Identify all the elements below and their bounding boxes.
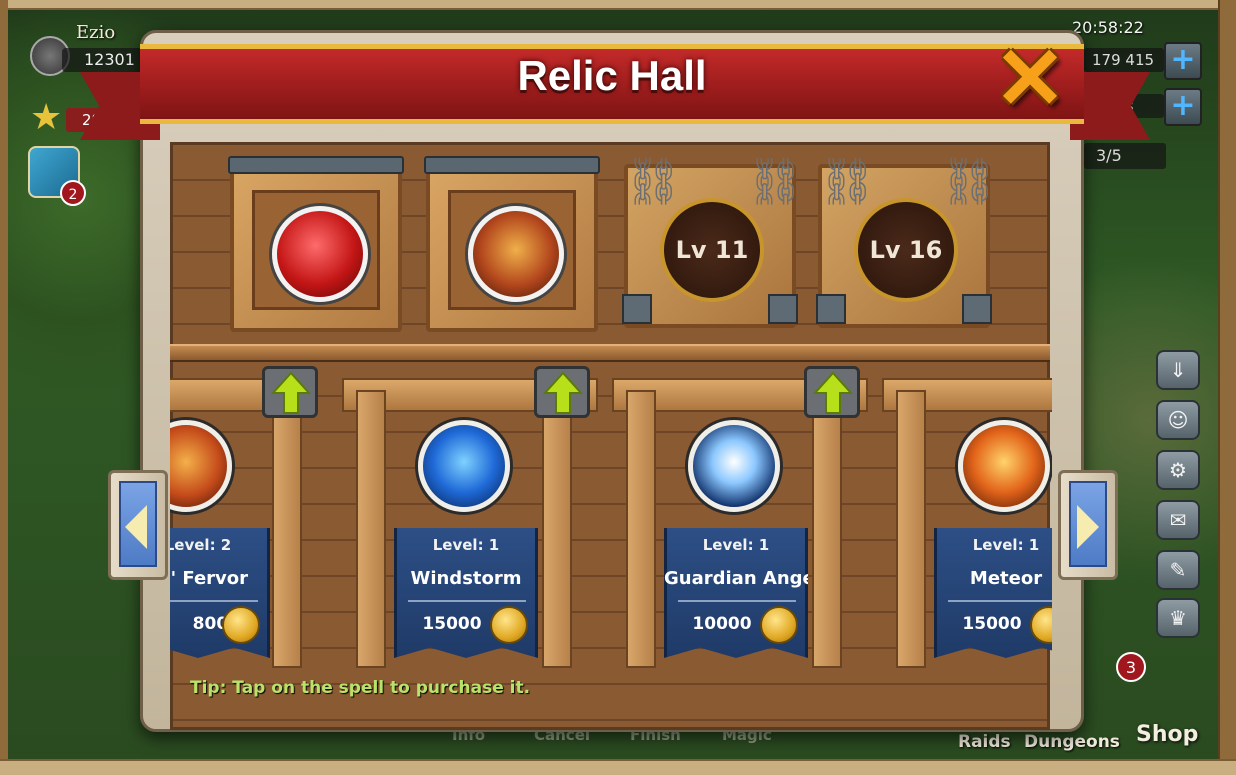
- chain-icon: ⛓: [940, 154, 999, 208]
- close-icon[interactable]: ✕: [990, 36, 1070, 122]
- shop-count-badge: 3: [1116, 652, 1146, 682]
- frame-left: [0, 0, 8, 775]
- player-power: 12301: [62, 48, 152, 72]
- card-post: [896, 390, 926, 668]
- iron-corner: [962, 294, 992, 324]
- spell-price-4: 15000: [962, 614, 1022, 634]
- spell-level-3: Level: 1: [702, 536, 770, 554]
- guardian-angel-icon[interactable]: [688, 420, 780, 512]
- upgrade-arrow-icon[interactable]: [534, 366, 590, 418]
- dialog-title: Relic Hall: [517, 52, 707, 99]
- relic-slot-locked-2[interactable]: Lv 16 ⛓ ⛓: [816, 158, 998, 328]
- clock: 20:58:22: [1072, 18, 1144, 37]
- shop-button[interactable]: Shop: [1136, 722, 1198, 747]
- lock-level-label: Lv 16: [854, 198, 958, 302]
- banner-rule: [948, 600, 1052, 602]
- stage-counter: 3/5: [1084, 143, 1166, 169]
- banner-rule: [170, 600, 258, 602]
- windstorm-icon[interactable]: [418, 420, 510, 512]
- collapse-menu-icon[interactable]: ⇓: [1156, 350, 1200, 390]
- meteor-icon[interactable]: [958, 420, 1050, 512]
- settings-gear-icon[interactable]: ⚙: [1156, 450, 1200, 490]
- spell-name-3: Guardian Angel: [664, 568, 808, 589]
- relic-slot-2[interactable]: [426, 168, 598, 332]
- frame-right: [1218, 0, 1236, 775]
- frame-top: [0, 0, 1236, 10]
- chain-icon: ⛓: [818, 154, 877, 208]
- add-gems-button[interactable]: +: [1164, 42, 1202, 80]
- banner-rule: [678, 600, 796, 602]
- friends-icon[interactable]: ☺: [1156, 400, 1200, 440]
- spell-name-1: es' Fervor: [170, 568, 248, 589]
- relic-slot-1[interactable]: [230, 168, 402, 332]
- chevron-right-icon: [1077, 505, 1099, 549]
- chain-icon: ⛓: [624, 154, 683, 208]
- purchase-tip: Tip: Tap on the spell to purchase it.: [190, 678, 531, 698]
- quests-icon[interactable]: ✎: [1156, 550, 1200, 590]
- relic-slot-locked-1[interactable]: Lv 11 ⛓ ⛓: [622, 158, 804, 328]
- gold-coin-icon: [760, 606, 798, 644]
- heroes-fervor-icon[interactable]: [170, 420, 232, 512]
- add-timer-button[interactable]: +: [1164, 88, 1202, 126]
- card-post: [812, 390, 842, 668]
- heart-relic-icon: [272, 206, 368, 302]
- resource-gems: 179 415: [1084, 48, 1164, 72]
- iron-corner: [622, 294, 652, 324]
- dungeons-button[interactable]: Dungeons: [1024, 732, 1120, 752]
- scroll-left-button[interactable]: [108, 470, 168, 580]
- spell-level-4: Level: 1: [972, 536, 1040, 554]
- raids-button[interactable]: Raids: [958, 732, 1011, 752]
- trophy-icon[interactable]: ♛: [1156, 598, 1200, 638]
- spell-level-2: Level: 1: [432, 536, 500, 554]
- spell-level-1: Level: 2: [170, 536, 232, 554]
- spell-name-4: Meteor: [969, 568, 1043, 589]
- player-name: Ezio: [76, 22, 116, 43]
- card-post: [542, 390, 572, 668]
- star-icon: ★: [30, 97, 63, 138]
- mail-icon[interactable]: ✉: [1156, 500, 1200, 540]
- card-post: [272, 390, 302, 668]
- frame-bottom: [0, 759, 1236, 775]
- chevron-left-icon: [125, 505, 147, 549]
- spell-price-2: 15000: [422, 614, 482, 634]
- iron-corner: [816, 294, 846, 324]
- card-post: [626, 390, 656, 668]
- chain-icon: ⛓: [746, 154, 805, 208]
- gift-count-badge: 2: [60, 180, 86, 206]
- spell-row: Level: 2 es' Fervor 8000 Level: 1 Windst…: [170, 360, 1052, 680]
- gold-coin-icon: [222, 606, 260, 644]
- spell-name-2: Windstorm: [410, 568, 522, 589]
- scroll-right-button[interactable]: [1058, 470, 1118, 580]
- lock-level-label: Lv 11: [660, 198, 764, 302]
- upgrade-arrow-icon[interactable]: [804, 366, 860, 418]
- iron-corner: [768, 294, 798, 324]
- upgrade-arrow-icon[interactable]: [262, 366, 318, 418]
- hero-relic-icon: [468, 206, 564, 302]
- gold-coin-icon: [490, 606, 528, 644]
- card-post: [356, 390, 386, 668]
- banner-rule: [408, 600, 526, 602]
- slot-lid: [228, 156, 404, 174]
- slot-lid: [424, 156, 600, 174]
- spell-price-3: 10000: [692, 614, 752, 634]
